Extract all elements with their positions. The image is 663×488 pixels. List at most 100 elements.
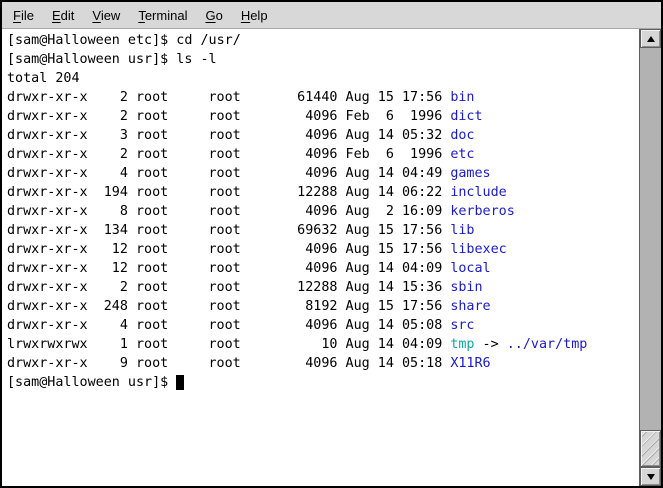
modified-date: Aug 15 17:56 bbox=[346, 90, 443, 105]
group: root bbox=[209, 202, 241, 221]
link-count: 4 bbox=[88, 164, 128, 183]
file-name: src bbox=[450, 318, 474, 333]
file-size: 4096 bbox=[241, 145, 338, 164]
file-size: 4096 bbox=[241, 126, 338, 145]
window-content: [sam@Halloween etc]$ cd /usr/ [sam@Hallo… bbox=[2, 29, 661, 486]
ls-row-doc: drwxr-xr-x3rootroot4096Aug 14 05:32doc bbox=[7, 126, 639, 145]
modified-date: Aug 14 04:49 bbox=[346, 166, 443, 181]
link-count: 194 bbox=[88, 183, 128, 202]
group: root bbox=[209, 88, 241, 107]
menu-file[interactable]: File bbox=[4, 5, 43, 26]
file-name: kerberos bbox=[450, 204, 515, 219]
scroll-up-button[interactable] bbox=[640, 29, 661, 48]
link-count: 3 bbox=[88, 126, 128, 145]
link-count: 9 bbox=[88, 354, 128, 373]
prompt-line: [sam@Halloween usr]$ bbox=[7, 373, 639, 392]
vertical-scrollbar[interactable] bbox=[639, 29, 661, 486]
menu-edit[interactable]: Edit bbox=[43, 5, 83, 26]
file-size: 4096 bbox=[241, 259, 338, 278]
file-name: local bbox=[450, 261, 490, 276]
modified-date: Aug 14 15:36 bbox=[346, 280, 443, 295]
link-count: 1 bbox=[88, 335, 128, 354]
ls-row-dict: drwxr-xr-x2rootroot4096Feb 6 1996dict bbox=[7, 107, 639, 126]
menu-view-label: iew bbox=[101, 8, 121, 23]
menu-view-mnemonic: V bbox=[92, 8, 100, 23]
file-name: libexec bbox=[450, 242, 506, 257]
file-name: include bbox=[450, 185, 506, 200]
group: root bbox=[209, 107, 241, 126]
ls-row-share: drwxr-xr-x248rootroot8192Aug 15 17:56sha… bbox=[7, 297, 639, 316]
command-line-cd: [sam@Halloween etc]$ cd /usr/ bbox=[7, 31, 639, 50]
menu-terminal[interactable]: Terminal bbox=[129, 5, 196, 26]
file-size: 61440 bbox=[241, 88, 338, 107]
scrollbar-track[interactable] bbox=[640, 48, 661, 467]
modified-date: Aug 14 05:08 bbox=[346, 318, 443, 333]
scrollbar-thumb[interactable] bbox=[640, 430, 661, 467]
group: root bbox=[209, 354, 241, 373]
file-size: 4096 bbox=[241, 164, 338, 183]
file-permissions: drwxr-xr-x bbox=[7, 259, 88, 278]
file-permissions: drwxr-xr-x bbox=[7, 240, 88, 259]
link-count: 2 bbox=[88, 107, 128, 126]
file-permissions: drwxr-xr-x bbox=[7, 107, 88, 126]
menu-go-mnemonic: G bbox=[205, 8, 215, 23]
group: root bbox=[209, 145, 241, 164]
owner: root bbox=[136, 335, 209, 354]
terminal-screen[interactable]: [sam@Halloween etc]$ cd /usr/ [sam@Hallo… bbox=[2, 29, 639, 486]
menu-go-label: o bbox=[216, 8, 223, 23]
owner: root bbox=[136, 297, 209, 316]
owner: root bbox=[136, 240, 209, 259]
owner: root bbox=[136, 183, 209, 202]
file-name: etc bbox=[450, 147, 474, 162]
menu-file-mnemonic: F bbox=[13, 8, 21, 23]
ls-row-src: drwxr-xr-x4rootroot4096Aug 14 05:08src bbox=[7, 316, 639, 335]
file-permissions: drwxr-xr-x bbox=[7, 145, 88, 164]
scroll-up-arrow-icon bbox=[647, 36, 655, 42]
symlink-arrow: -> bbox=[483, 337, 499, 352]
file-permissions: drwxr-xr-x bbox=[7, 164, 88, 183]
file-size: 4096 bbox=[241, 107, 338, 126]
scroll-down-button[interactable] bbox=[640, 467, 661, 486]
menu-go[interactable]: Go bbox=[196, 5, 231, 26]
link-count: 4 bbox=[88, 316, 128, 335]
command-line-ls: [sam@Halloween usr]$ ls -l bbox=[7, 50, 639, 69]
menu-bar: File Edit View Terminal Go Help bbox=[2, 2, 661, 29]
group: root bbox=[209, 316, 241, 335]
shell-prompt: [sam@Halloween usr]$ bbox=[7, 375, 176, 390]
file-name: games bbox=[450, 166, 490, 181]
link-count: 2 bbox=[88, 88, 128, 107]
modified-date: Aug 15 17:56 bbox=[346, 223, 443, 238]
owner: root bbox=[136, 221, 209, 240]
menu-edit-label: dit bbox=[61, 8, 75, 23]
owner: root bbox=[136, 316, 209, 335]
group: root bbox=[209, 335, 241, 354]
modified-date: Aug 15 17:56 bbox=[346, 242, 443, 257]
link-count: 12 bbox=[88, 259, 128, 278]
scroll-down-arrow-icon bbox=[647, 474, 655, 480]
group: root bbox=[209, 259, 241, 278]
group: root bbox=[209, 278, 241, 297]
group: root bbox=[209, 164, 241, 183]
menu-help-label: elp bbox=[250, 8, 267, 23]
owner: root bbox=[136, 278, 209, 297]
group: root bbox=[209, 221, 241, 240]
ls-row-libexec: drwxr-xr-x12rootroot4096Aug 15 17:56libe… bbox=[7, 240, 639, 259]
menu-help[interactable]: Help bbox=[232, 5, 277, 26]
file-name: doc bbox=[450, 128, 474, 143]
file-permissions: drwxr-xr-x bbox=[7, 126, 88, 145]
file-size: 4096 bbox=[241, 316, 338, 335]
ls-row-bin: drwxr-xr-x2rootroot61440Aug 15 17:56bin bbox=[7, 88, 639, 107]
file-permissions: drwxr-xr-x bbox=[7, 297, 88, 316]
file-permissions: drwxr-xr-x bbox=[7, 278, 88, 297]
file-size: 69632 bbox=[241, 221, 338, 240]
group: root bbox=[209, 240, 241, 259]
menu-view[interactable]: View bbox=[83, 5, 129, 26]
file-permissions: drwxr-xr-x bbox=[7, 354, 88, 373]
file-name: bin bbox=[450, 90, 474, 105]
modified-date: Feb 6 1996 bbox=[346, 109, 443, 124]
group: root bbox=[209, 126, 241, 145]
file-size: 4096 bbox=[241, 202, 338, 221]
ls-row-local: drwxr-xr-x12rootroot4096Aug 14 04:09loca… bbox=[7, 259, 639, 278]
file-size: 4096 bbox=[241, 354, 338, 373]
owner: root bbox=[136, 145, 209, 164]
